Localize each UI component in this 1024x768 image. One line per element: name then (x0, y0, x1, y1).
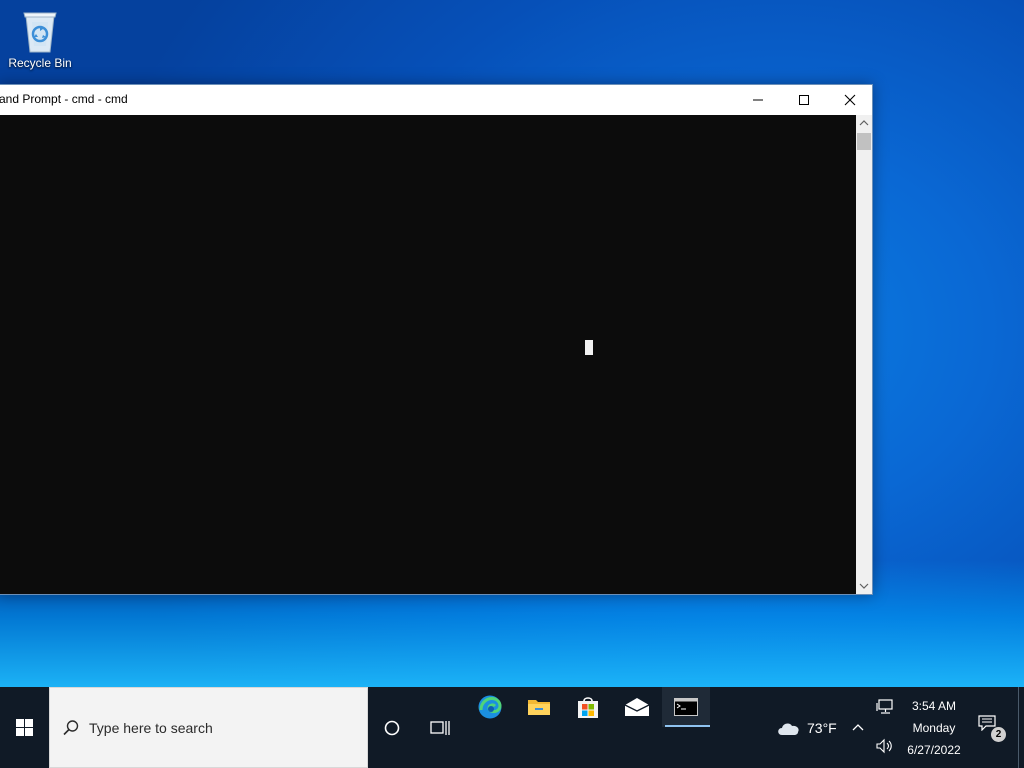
weather-widget[interactable]: 73°F (775, 687, 837, 768)
scroll-up-button[interactable] (856, 115, 872, 131)
maximize-icon (799, 95, 809, 105)
notification-count-badge: 2 (991, 727, 1006, 742)
show-hidden-icons-button[interactable] (852, 720, 864, 738)
maximize-button[interactable] (781, 85, 827, 115)
taskbar-pin-command-prompt[interactable] (662, 687, 710, 727)
window-titlebar[interactable]: and Prompt - cmd - cmd (0, 85, 872, 115)
close-icon (844, 94, 856, 106)
console-output-area[interactable] (0, 115, 856, 594)
desktop: Recycle Bin and Prompt - cmd - cmd (0, 0, 1024, 687)
volume-icon (876, 738, 892, 754)
store-icon (578, 697, 598, 718)
close-button[interactable] (827, 85, 873, 115)
taskbar-search-box[interactable]: Type here to search (49, 687, 368, 768)
clock-date: 6/27/2022 (907, 743, 961, 757)
windows-logo-icon (15, 719, 33, 736)
vertical-scrollbar[interactable] (856, 115, 872, 594)
search-icon (62, 719, 80, 742)
minimize-button[interactable] (735, 85, 781, 115)
taskbar-pin-mail[interactable] (613, 687, 661, 727)
clock-time: 3:54 AM (911, 699, 957, 713)
start-button[interactable] (0, 687, 48, 768)
mail-icon (624, 698, 650, 716)
task-view-button[interactable] (418, 687, 462, 768)
taskbar: Type here to search 73°F 3:54 AM Monday … (0, 687, 1024, 768)
recycle-bin-icon (23, 12, 57, 53)
taskbar-pin-microsoft-store[interactable] (564, 687, 612, 727)
taskbar-clock[interactable]: 3:54 AM Monday 6/27/2022 (900, 687, 968, 768)
volume-button[interactable] (876, 738, 894, 759)
chevron-up-icon (852, 724, 864, 731)
weather-temperature: 73°F (807, 719, 837, 736)
action-center-button[interactable]: 2 (978, 715, 1008, 742)
clock-day: Monday (912, 721, 956, 735)
task-view-icon (430, 720, 450, 735)
scroll-thumb[interactable] (857, 133, 871, 150)
desktop-icon-recycle-bin[interactable]: Recycle Bin (4, 6, 76, 70)
scroll-down-button[interactable] (856, 578, 872, 594)
cloud-icon (778, 723, 799, 735)
show-desktop-button[interactable] (1018, 687, 1024, 768)
command-prompt-window[interactable]: and Prompt - cmd - cmd (0, 84, 873, 595)
minimize-icon (753, 99, 763, 101)
cortana-icon (384, 720, 400, 735)
active-app-indicator (665, 725, 710, 727)
edge-icon (478, 695, 502, 719)
chevron-down-icon (859, 583, 869, 589)
search-placeholder: Type here to search (89, 720, 213, 736)
desktop-icon-label: Recycle Bin (8, 56, 72, 70)
cortana-button[interactable] (370, 687, 414, 768)
taskbar-pin-edge[interactable] (466, 687, 514, 727)
cmd-icon (674, 698, 698, 716)
taskbar-pin-file-explorer[interactable] (515, 687, 563, 727)
text-cursor (585, 340, 593, 355)
network-status-button[interactable] (876, 699, 894, 720)
folder-icon (528, 700, 550, 715)
window-title: and Prompt - cmd - cmd (0, 92, 128, 106)
chevron-up-icon (859, 120, 869, 126)
network-icon (876, 699, 893, 714)
